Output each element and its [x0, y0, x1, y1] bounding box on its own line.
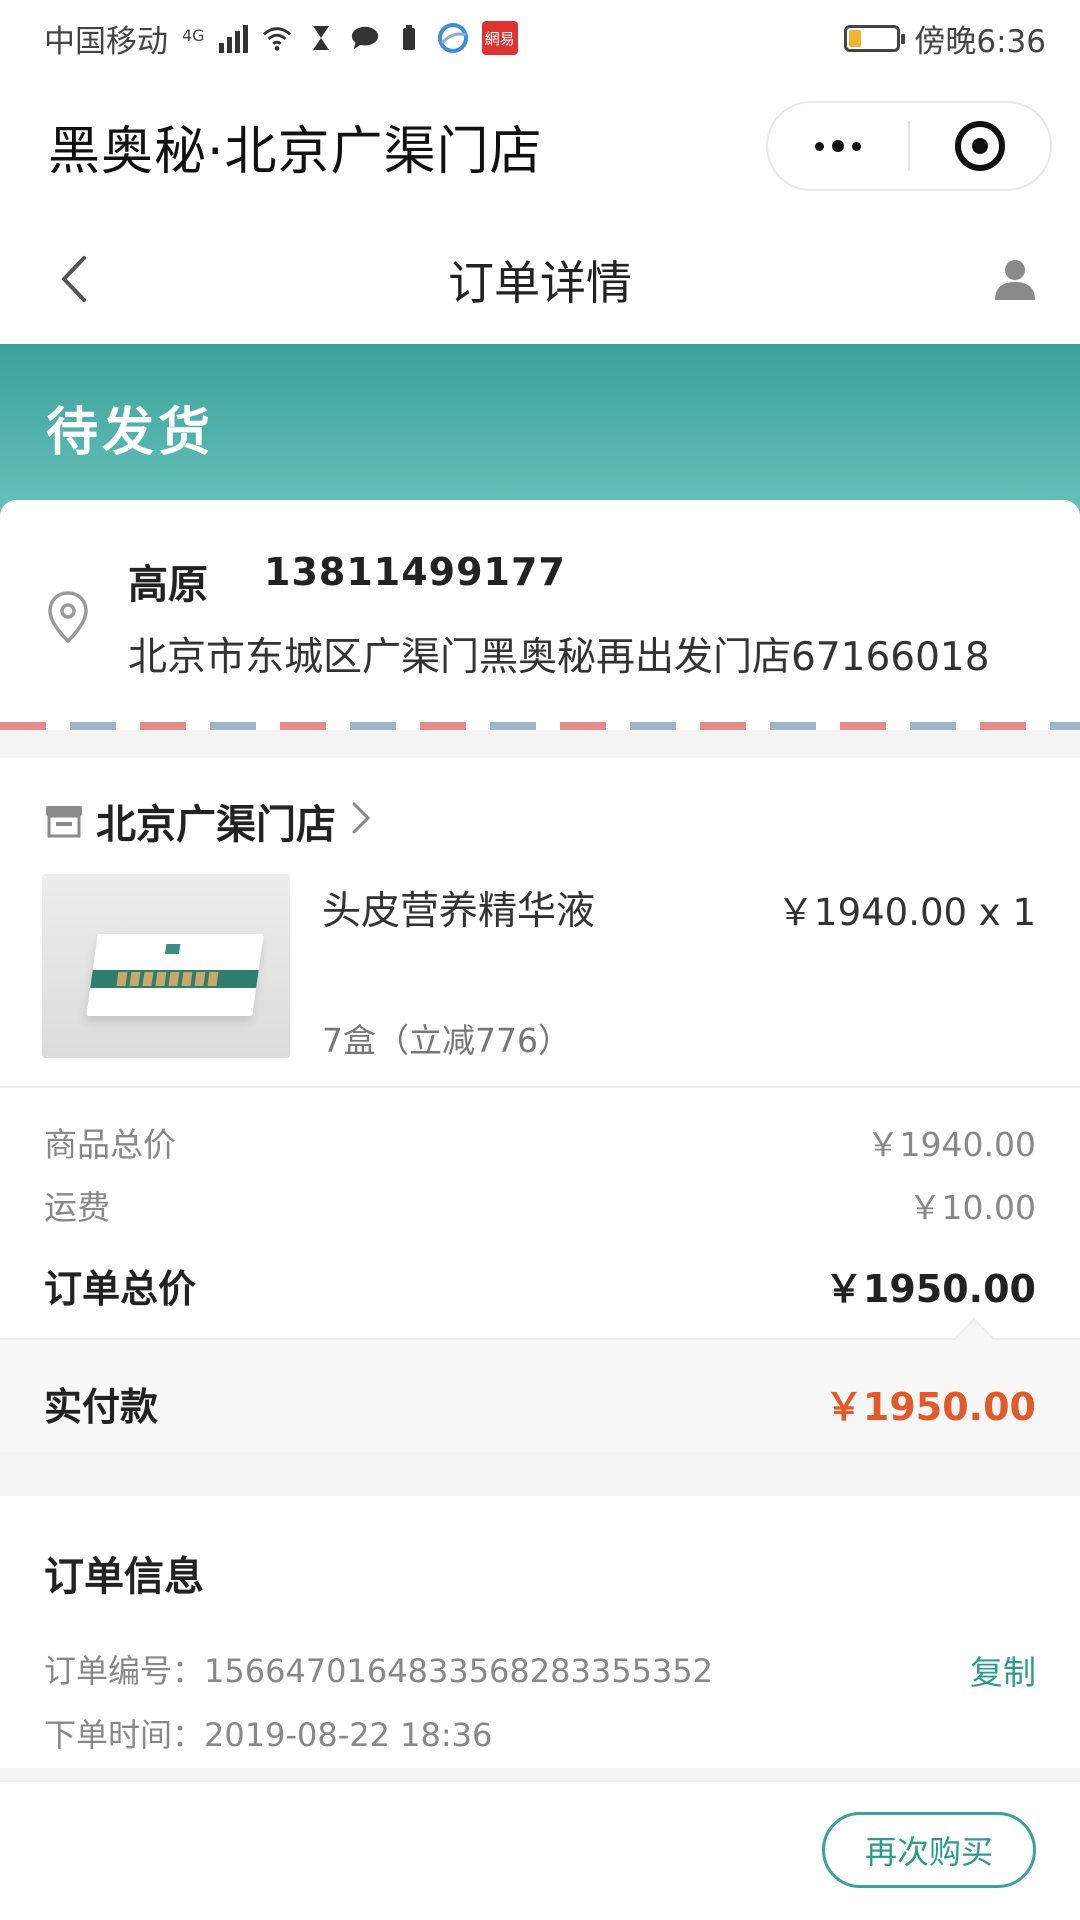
buy-again-button[interactable]: 再次购买 — [822, 1812, 1036, 1888]
netease-app-icon: 網易 — [481, 21, 518, 55]
shipping-address-card: 高原 13811499177 北京市东城区广渠门黑奥秘再出发门店67166018 — [0, 500, 1080, 730]
target-close-icon — [955, 121, 1005, 171]
recipient-address: 北京市东城区广渠门黑奥秘再出发门店67166018 — [128, 635, 990, 680]
status-bar-right: 傍晚6:36 — [844, 16, 1046, 61]
order-total-row: 订单总价 ￥1950.00 — [44, 1258, 1036, 1313]
order-number-value: 1566470164833568283355352 — [204, 1652, 713, 1690]
product-price-qty: ￥1940.00 x 1 — [777, 891, 1036, 934]
goods-total-row: 商品总价 ￥1940.00 — [44, 1118, 1036, 1166]
order-number-row: 订单编号：1566470164833568283355352 — [44, 1646, 713, 1692]
paid-amount-box: 实付款 ￥1950.00 — [0, 1318, 1080, 1452]
order-total-label: 订单总价 — [44, 1267, 197, 1311]
shop-icon — [46, 806, 82, 838]
user-icon[interactable] — [992, 256, 1038, 302]
signal-icon — [218, 23, 248, 53]
location-pin-icon — [48, 591, 88, 644]
battery-saver-icon — [394, 23, 424, 53]
chevron-left-icon[interactable] — [50, 254, 100, 304]
shop-name[interactable]: 北京广渠门店 — [96, 792, 336, 850]
more-button[interactable] — [768, 103, 908, 189]
paid-amount-row: 实付款 ￥1950.00 — [44, 1376, 1036, 1431]
product-name[interactable]: 头皮营养精华液 — [322, 880, 595, 936]
close-miniprogram-button[interactable] — [910, 103, 1050, 189]
order-time-row: 下单时间：2019-08-22 18:36 — [44, 1710, 492, 1756]
browser-app-icon — [437, 23, 468, 53]
order-status-text: 待发货 — [46, 403, 215, 463]
order-time-label: 下单时间： — [44, 1716, 205, 1754]
recipient-phone: 13811499177 — [264, 550, 566, 594]
product-image[interactable] — [42, 874, 290, 1058]
battery-icon — [844, 24, 906, 52]
order-item-card: 北京广渠门店 头皮营养精华液 ￥1940.00 x 1 7盒（立减776） — [0, 758, 1080, 1088]
status-bar: 中国移动 4G 網易 傍晚6:36 — [0, 0, 1080, 76]
capsule-menu — [766, 101, 1052, 191]
order-total-value: ￥1950.00 — [824, 1267, 1036, 1311]
network-type: 4G — [182, 25, 205, 45]
goods-total-label: 商品总价 — [44, 1125, 176, 1164]
order-info-title: 订单信息 — [44, 1554, 204, 1600]
nav-header: 订单详情 — [0, 216, 1080, 344]
chat-bubble-icon — [350, 23, 380, 53]
shipping-fee-row: 运费 ￥10.00 — [44, 1181, 1036, 1229]
recipient-name: 高原 — [128, 562, 208, 608]
status-bar-left: 中国移动 4G 網易 — [44, 16, 518, 61]
miniprogram-title-bar: 黑奥秘·北京广渠门店 — [0, 76, 1080, 216]
paid-amount-value: ￥1950.00 — [824, 1385, 1036, 1429]
wifi-icon — [262, 23, 292, 53]
goods-total-value: ￥1940.00 — [866, 1125, 1036, 1164]
clock-label: 傍晚6:36 — [914, 23, 1046, 60]
shipping-fee-value: ￥10.00 — [908, 1188, 1036, 1227]
product-package-graphic — [86, 934, 264, 1016]
page-title: 订单详情 — [448, 256, 632, 310]
paid-amount-label: 实付款 — [44, 1385, 159, 1429]
store-title: 黑奥秘·北京广渠门店 — [48, 121, 543, 182]
carrier-label: 中国移动 — [44, 23, 168, 60]
shipping-fee-label: 运费 — [44, 1188, 110, 1227]
envelope-divider — [0, 722, 1080, 730]
order-time-value: 2019-08-22 18:36 — [204, 1716, 493, 1754]
copy-order-number-button[interactable]: 复制 — [970, 1646, 1036, 1694]
more-dots-icon — [815, 140, 861, 152]
bottom-action-bar: 再次购买 — [0, 1780, 1080, 1920]
chevron-right-icon[interactable] — [350, 800, 372, 836]
product-spec: 7盒（立减776） — [322, 1021, 571, 1060]
order-number-label: 订单编号： — [44, 1652, 205, 1690]
price-summary: 商品总价 ￥1940.00 运费 ￥10.00 订单总价 ￥1950.00 — [0, 1088, 1080, 1340]
hourglass-icon — [306, 23, 336, 53]
order-info-section: 订单信息 订单编号：1566470164833568283355352 复制 下… — [0, 1496, 1080, 1768]
